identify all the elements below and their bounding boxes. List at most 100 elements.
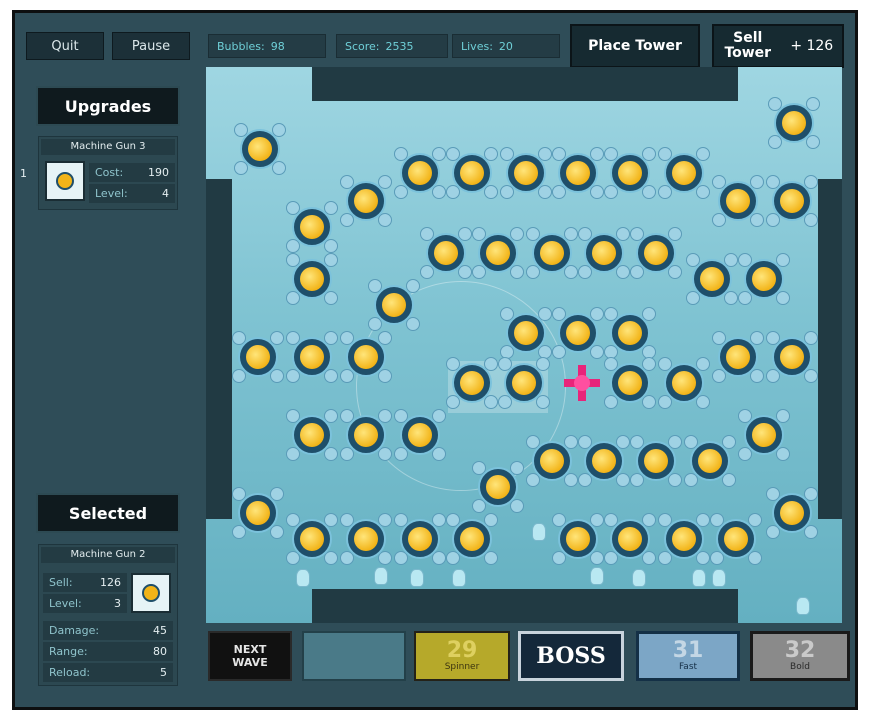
upgrades-title-text: Upgrades [64,96,152,116]
bubbles-label: Bubbles: [217,39,265,53]
bubble-tower[interactable] [234,123,286,175]
bubble-tower[interactable] [472,461,524,513]
bubble-creep [410,569,424,587]
bubble-tower[interactable] [738,253,790,305]
score-label: Score: [345,39,380,53]
boss-wave-card: BOSS [518,631,624,681]
bubble-tower[interactable] [340,409,392,461]
bubble-tower[interactable] [446,357,498,409]
bubble-tower[interactable] [768,97,820,149]
bubble-tower[interactable] [500,307,552,359]
upgrade-level-value: 4 [162,187,169,200]
upgrade-level-label: Level: [95,187,128,200]
bubble-tower[interactable] [604,147,656,199]
place-tower-label: Place Tower [588,38,682,54]
bubble-tower[interactable] [286,253,338,305]
upgrade-level-row: Level: 4 [89,184,175,203]
bubble-tower[interactable] [604,513,656,565]
bubble-tower[interactable] [286,331,338,383]
bubble-tower[interactable] [446,513,498,565]
bubble-tower[interactable] [766,331,818,383]
selected-sell-label: Sell: [49,576,73,589]
bubble-tower[interactable] [686,253,738,305]
bubble-tower[interactable] [286,513,338,565]
bubble-creep [452,569,466,587]
bubble-tower[interactable] [232,331,284,383]
quit-button[interactable]: Quit [26,32,104,60]
selected-reload-row: Reload: 5 [43,663,173,682]
selected-sell-row: Sell: 126 [43,573,127,592]
score-value: 2535 [385,39,414,53]
bubble-creep [796,597,810,615]
bubble-creep [632,569,646,587]
bubble-tower[interactable] [394,513,446,565]
bubble-tower[interactable] [232,487,284,539]
selected-damage-row: Damage: 45 [43,621,173,640]
bubble-tower[interactable] [286,409,338,461]
bubble-tower[interactable] [498,357,550,409]
bubble-tower[interactable] [420,227,472,279]
bubble-tower[interactable] [578,227,630,279]
bubble-tower[interactable] [766,487,818,539]
bubble-tower[interactable] [738,409,790,461]
upgrade-tower-icon [45,161,85,201]
bubble-tower[interactable] [552,513,604,565]
wave-31-type: Fast [678,662,698,672]
bubble-tower[interactable] [604,307,656,359]
bubble-tower[interactable] [286,201,338,253]
bubble-creep [296,569,310,587]
bubble-tower[interactable] [368,279,420,331]
upgrade-index: 1 [20,167,27,180]
bubble-tower[interactable] [340,175,392,227]
next-wave-button[interactable]: NEXT WAVE [208,631,292,681]
bubble-tower[interactable] [552,307,604,359]
bubble-tower[interactable] [394,409,446,461]
bubble-tower[interactable] [526,435,578,487]
upgrade-cost-label: Cost: [95,166,124,179]
bubble-tower[interactable] [658,513,710,565]
wave-32-number: 32 [784,638,816,663]
bubble-tower[interactable] [340,331,392,383]
selected-damage-label: Damage: [49,624,100,637]
bubble-tower[interactable] [658,357,710,409]
bubble-tower[interactable] [340,513,392,565]
place-tower-button[interactable]: Place Tower [570,24,700,68]
pause-button[interactable]: Pause [112,32,190,60]
bubble-tower[interactable] [526,227,578,279]
selected-reload-value: 5 [160,666,167,679]
upgrade-cost-row: Cost: 190 [89,163,175,182]
bubbles-value: 98 [270,39,285,53]
spinner-enemy [562,363,602,403]
bubble-tower[interactable] [604,357,656,409]
bubble-tower[interactable] [684,435,736,487]
current-wave-slot [302,631,406,681]
lives-counter: Lives: 20 [452,34,560,58]
bubble-tower[interactable] [446,147,498,199]
sell-tower-button[interactable]: Sell Tower + 126 [712,24,844,68]
wave-32-card: 32 Bold [750,631,850,681]
selected-level-value: 3 [114,597,121,610]
bubble-tower[interactable] [630,435,682,487]
selected-card: Machine Gun 2 Sell: 126 Level: 3 Damage: 45… [38,544,178,686]
wave-31-number: 31 [672,638,704,663]
playfield[interactable] [206,67,842,623]
bubble-tower[interactable] [394,147,446,199]
bubble-tower[interactable] [630,227,682,279]
bubble-tower[interactable] [658,147,710,199]
bubble-tower[interactable] [552,147,604,199]
bubble-tower[interactable] [472,227,524,279]
sell-tower-label: Sell Tower [724,30,772,61]
upgrade-card[interactable]: Machine Gun 3 Cost: 190 Level: 4 [38,136,178,210]
bubble-tower[interactable] [712,331,764,383]
selected-level-label: Level: [49,597,82,610]
bubble-tower[interactable] [500,147,552,199]
wave-31-card: 31 Fast [636,631,740,681]
bubble-tower[interactable] [710,513,762,565]
bubble-creep [532,523,546,541]
bubble-tower[interactable] [712,175,764,227]
bubble-tower[interactable] [766,175,818,227]
wave-32-type: Bold [790,662,810,672]
bubble-tower[interactable] [578,435,630,487]
selected-range-row: Range: 80 [43,642,173,661]
upgrades-title: Upgrades [36,86,180,126]
